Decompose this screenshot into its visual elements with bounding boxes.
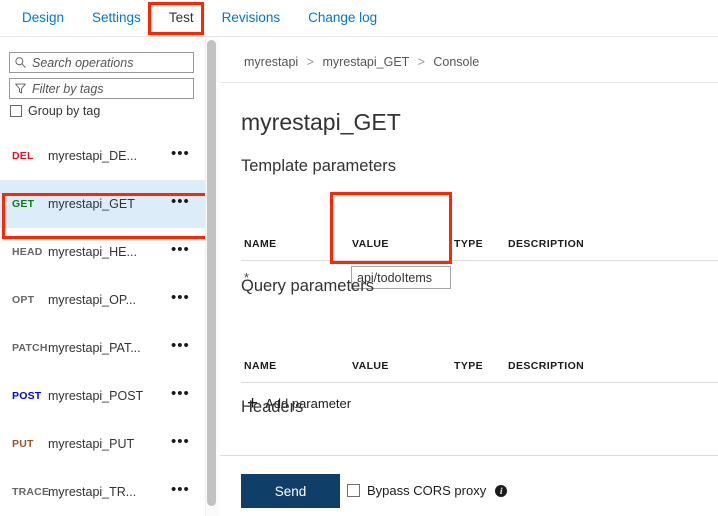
column-header-description: DESCRIPTION <box>508 360 585 372</box>
page-title: myrestapi_GET <box>241 109 401 135</box>
operations-sidebar: Search operations Filter by tags Group b… <box>0 37 219 516</box>
section-heading-query-parameters: Query parameters <box>241 277 374 295</box>
breadcrumb-separator-1: > <box>306 55 314 69</box>
column-header-type: TYPE <box>454 238 484 250</box>
sidebar-operation-opt[interactable]: OPT myrestapi_OP... ••• <box>0 276 205 324</box>
send-button[interactable]: Send <box>241 474 340 508</box>
group-by-tag-checkbox[interactable]: Group by tag <box>10 104 100 118</box>
breadcrumb-separator-2: > <box>417 55 425 69</box>
filter-placeholder: Filter by tags <box>32 81 104 96</box>
operation-menu-icon[interactable]: ••• <box>171 338 205 354</box>
search-placeholder: Search operations <box>32 55 134 70</box>
operation-menu-icon[interactable]: ••• <box>171 194 205 210</box>
method-badge-head: HEAD <box>12 246 43 258</box>
sidebar-operation-trace[interactable]: TRACE myrestapi_TR... ••• <box>0 468 205 516</box>
operations-list: DEL myrestapi_DE... ••• GET myrestapi_GE… <box>0 132 205 516</box>
section-heading-headers: Headers <box>241 398 304 416</box>
column-header-value: VALUE <box>352 360 389 372</box>
column-header-name: NAME <box>244 238 277 250</box>
operation-menu-icon[interactable]: ••• <box>171 146 205 162</box>
template-parameters-header-divider <box>241 260 718 261</box>
template-parameters-table-header: NAME VALUE TYPE DESCRIPTION <box>220 238 718 262</box>
operation-name: myrestapi_TR... <box>48 485 137 499</box>
sidebar-operation-put[interactable]: PUT myrestapi_PUT ••• <box>0 420 205 468</box>
sidebar-operation-head[interactable]: HEAD myrestapi_HE... ••• <box>0 228 205 276</box>
query-parameters-header-divider <box>241 382 718 383</box>
info-icon[interactable]: i <box>495 484 508 497</box>
operation-name: myrestapi_PUT <box>48 437 135 451</box>
method-badge-post: POST <box>12 390 42 402</box>
breadcrumb-operation[interactable]: myrestapi_GET <box>322 55 409 69</box>
method-badge-patch: PATCH <box>12 342 48 354</box>
operation-menu-icon[interactable]: ••• <box>171 242 205 258</box>
test-console-panel: myrestapi > myrestapi_GET > Console myre… <box>220 37 718 516</box>
operation-name: myrestapi_PAT... <box>48 341 141 355</box>
method-badge-opt: OPT <box>12 294 35 306</box>
sidebar-scrollbar-thumb[interactable] <box>207 40 216 506</box>
tab-design[interactable]: Design <box>8 0 78 36</box>
tab-settings[interactable]: Settings <box>78 0 155 36</box>
operation-name: myrestapi_POST <box>48 389 144 403</box>
filter-by-tags-input[interactable]: Filter by tags <box>9 78 194 99</box>
operation-menu-icon[interactable]: ••• <box>171 434 205 450</box>
breadcrumb: myrestapi > myrestapi_GET > Console <box>244 55 479 69</box>
query-parameters-table-header: NAME VALUE TYPE DESCRIPTION <box>220 360 718 384</box>
method-badge-get: GET <box>12 198 35 210</box>
bypass-cors-proxy-label: Bypass CORS proxy <box>367 483 487 498</box>
column-header-type: TYPE <box>454 360 484 372</box>
operation-name: myrestapi_GET <box>48 197 135 211</box>
checkbox-box <box>347 484 360 497</box>
operation-name: myrestapi_OP... <box>48 293 137 307</box>
column-header-value: VALUE <box>352 238 389 250</box>
search-input[interactable]: Search operations <box>9 52 194 73</box>
footer-divider <box>220 455 718 456</box>
method-badge-trace: TRACE <box>12 486 50 498</box>
tab-change-log[interactable]: Change log <box>294 0 391 36</box>
sidebar-operation-get[interactable]: GET myrestapi_GET ••• <box>0 180 205 228</box>
tab-revisions[interactable]: Revisions <box>208 0 295 36</box>
operation-name: myrestapi_DE... <box>48 149 137 163</box>
method-badge-del: DEL <box>12 150 34 162</box>
sidebar-operation-del[interactable]: DEL myrestapi_DE... ••• <box>0 132 205 180</box>
group-by-tag-label: Group by tag <box>28 104 101 118</box>
breadcrumb-divider <box>220 82 718 83</box>
column-header-name: NAME <box>244 360 277 372</box>
top-tab-bar: Design Settings Test Revisions Change lo… <box>0 0 718 37</box>
api-management-test-console: Design Settings Test Revisions Change lo… <box>0 0 718 516</box>
operation-menu-icon[interactable]: ••• <box>171 482 205 498</box>
section-heading-template-parameters: Template parameters <box>241 157 396 175</box>
column-header-description: DESCRIPTION <box>508 238 585 250</box>
operation-menu-icon[interactable]: ••• <box>171 290 205 306</box>
breadcrumb-root[interactable]: myrestapi <box>244 55 298 69</box>
operation-menu-icon[interactable]: ••• <box>171 386 205 402</box>
operation-name: myrestapi_HE... <box>48 245 137 259</box>
search-icon <box>14 56 27 69</box>
funnel-icon <box>14 82 27 95</box>
bypass-cors-proxy-checkbox[interactable]: Bypass CORS proxy i <box>347 483 508 498</box>
checkbox-box <box>10 105 22 117</box>
method-badge-put: PUT <box>12 438 34 450</box>
sidebar-operation-post[interactable]: POST myrestapi_POST ••• <box>0 372 205 420</box>
sidebar-operation-patch[interactable]: PATCH myrestapi_PAT... ••• <box>0 324 205 372</box>
breadcrumb-leaf: Console <box>433 55 480 69</box>
tab-test[interactable]: Test <box>155 0 208 36</box>
